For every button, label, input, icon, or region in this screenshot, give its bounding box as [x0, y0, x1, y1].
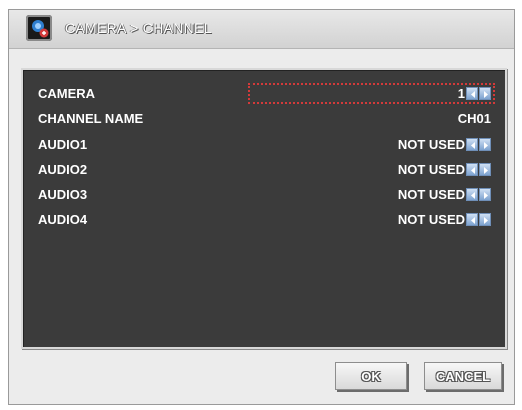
setting-row-camera[interactable]: CAMERA 1	[23, 82, 505, 106]
setting-value[interactable]: NOT USED	[398, 137, 465, 152]
arrow-right-icon[interactable]	[479, 138, 491, 151]
value-arrows	[466, 138, 492, 152]
arrow-left-icon[interactable]	[466, 188, 478, 201]
setting-label: AUDIO2	[38, 162, 88, 177]
cancel-button[interactable]: CANCEL	[424, 362, 502, 390]
setting-label: AUDIO4	[38, 212, 88, 227]
value-arrows	[466, 163, 492, 177]
setting-value[interactable]: NOT USED	[398, 187, 465, 202]
value-arrows	[466, 188, 492, 202]
arrow-left-icon[interactable]	[466, 213, 478, 226]
dialog-title: CAMERA > CHANNEL	[65, 20, 212, 36]
setting-row-audio1[interactable]: AUDIO1 NOT USED	[23, 133, 505, 157]
camera-channel-icon	[26, 15, 52, 41]
value-arrows	[466, 87, 492, 101]
arrow-right-icon[interactable]	[479, 163, 491, 176]
setting-row-audio3[interactable]: AUDIO3 NOT USED	[23, 183, 505, 207]
arrow-left-icon[interactable]	[466, 138, 478, 151]
setting-label: CAMERA	[38, 86, 96, 101]
setting-value[interactable]: CH01	[458, 111, 491, 126]
value-arrows	[466, 213, 492, 227]
setting-value[interactable]: NOT USED	[398, 162, 465, 177]
arrow-left-icon[interactable]	[466, 87, 478, 100]
arrow-right-icon[interactable]	[479, 87, 491, 100]
arrow-right-icon[interactable]	[479, 188, 491, 201]
setting-row-channel-name[interactable]: CHANNEL NAME CH01	[23, 107, 505, 131]
setting-label: AUDIO3	[38, 187, 88, 202]
setting-value[interactable]: NOT USED	[398, 212, 465, 227]
camera-channel-dialog: CAMERA > CHANNEL CAMERA 1 CHANNEL NAME C…	[8, 9, 515, 405]
arrow-right-icon[interactable]	[479, 213, 491, 226]
title-bar: CAMERA > CHANNEL	[9, 10, 514, 49]
setting-row-audio2[interactable]: AUDIO2 NOT USED	[23, 158, 505, 182]
setting-label: CHANNEL NAME	[38, 111, 144, 126]
arrow-left-icon[interactable]	[466, 163, 478, 176]
setting-value[interactable]: 1	[458, 86, 465, 101]
ok-button[interactable]: OK	[335, 362, 407, 390]
setting-label: AUDIO1	[38, 137, 88, 152]
setting-row-audio4[interactable]: AUDIO4 NOT USED	[23, 208, 505, 232]
settings-panel: CAMERA 1 CHANNEL NAME CH01 AUDIO1 NOT US…	[21, 68, 507, 349]
